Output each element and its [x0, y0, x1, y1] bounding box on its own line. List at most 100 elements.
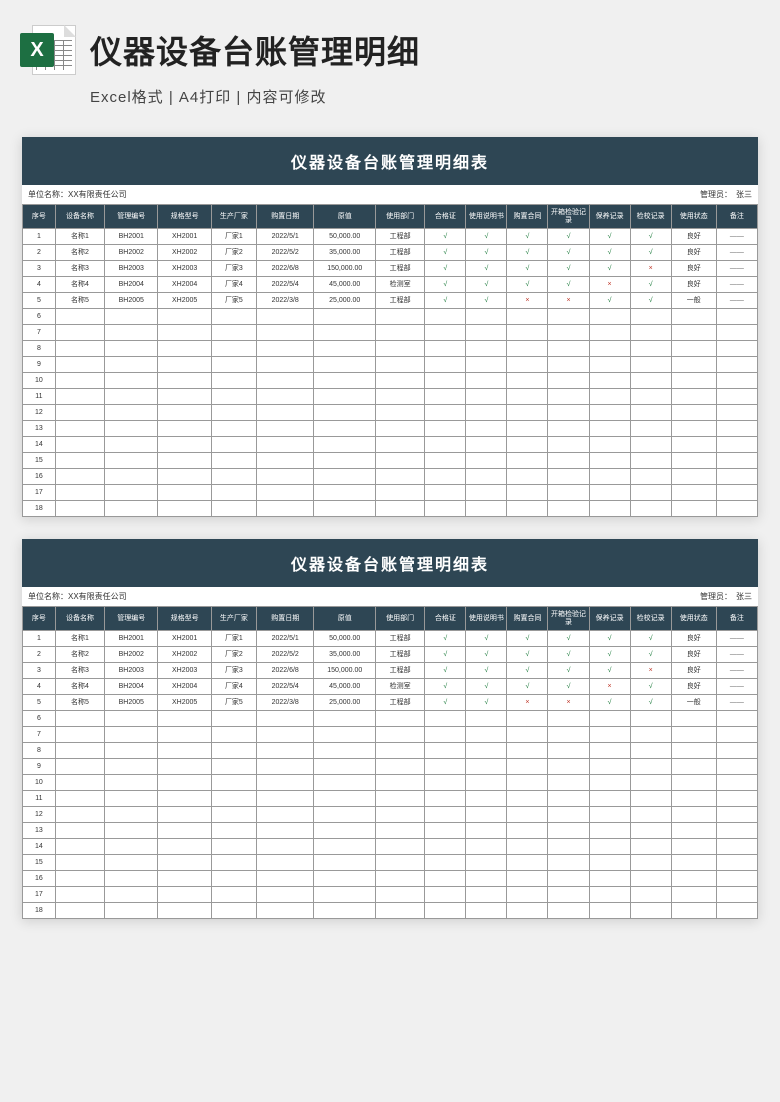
cell-cert: √ [425, 277, 466, 293]
cell-empty [671, 389, 716, 405]
cell-empty [507, 791, 548, 807]
cell-empty [55, 903, 104, 919]
cell-empty [55, 469, 104, 485]
cell-seq: 13 [23, 421, 56, 437]
cell-seq: 10 [23, 775, 56, 791]
cell-date: 2022/3/8 [256, 695, 313, 711]
table-row: 4名称4BH2004XH2004厂家42022/5/445,000.00检测室√… [23, 277, 758, 293]
cell-empty [158, 711, 211, 727]
cell-empty [589, 357, 630, 373]
cell-empty [630, 759, 671, 775]
cell-name: 名称1 [55, 631, 104, 647]
cell-seq: 4 [23, 679, 56, 695]
cell-empty [376, 743, 425, 759]
cell-empty [507, 807, 548, 823]
cell-mfr: 厂家1 [211, 631, 256, 647]
cell-empty [630, 727, 671, 743]
cell-cont: √ [507, 647, 548, 663]
sheet: 仪器设备台账管理明细表单位名称：XX有限责任公司管理员： 张三序号设备名称管理编… [22, 137, 758, 517]
cell-empty [256, 501, 313, 517]
cell-cert: √ [425, 695, 466, 711]
cell-empty [314, 437, 376, 453]
sheet-title: 仪器设备台账管理明细表 [22, 137, 758, 185]
cell-empty [55, 887, 104, 903]
cell-empty [158, 357, 211, 373]
cell-seq: 16 [23, 871, 56, 887]
cell-empty [211, 469, 256, 485]
cell-empty [211, 727, 256, 743]
cell-empty [716, 453, 757, 469]
cell-empty [105, 341, 158, 357]
cell-seq: 11 [23, 791, 56, 807]
cell-man: √ [466, 277, 507, 293]
cell-seq: 1 [23, 229, 56, 245]
table-row: 9 [23, 759, 758, 775]
cell-empty [55, 791, 104, 807]
cell-empty [376, 887, 425, 903]
cell-empty [589, 711, 630, 727]
cell-note: —— [716, 245, 757, 261]
table-row: 2名称2BH2002XH2002厂家22022/5/235,000.00工程部√… [23, 245, 758, 261]
cell-empty [425, 711, 466, 727]
cell-cal: × [630, 261, 671, 277]
cell-empty [314, 389, 376, 405]
cell-empty [466, 325, 507, 341]
cell-dept: 工程部 [376, 245, 425, 261]
table-row: 13 [23, 823, 758, 839]
cell-empty [466, 839, 507, 855]
cell-num: BH2002 [105, 647, 158, 663]
cell-empty [671, 421, 716, 437]
cell-empty [507, 309, 548, 325]
cell-dept: 工程部 [376, 229, 425, 245]
table-row: 14 [23, 839, 758, 855]
cell-empty [548, 775, 589, 791]
cell-val: 50,000.00 [314, 631, 376, 647]
cell-empty [256, 855, 313, 871]
cell-seq: 6 [23, 711, 56, 727]
cell-seq: 8 [23, 341, 56, 357]
cell-empty [158, 807, 211, 823]
cell-insp: √ [548, 229, 589, 245]
cell-empty [256, 807, 313, 823]
cell-empty [548, 453, 589, 469]
cell-cont: √ [507, 245, 548, 261]
cell-empty [589, 341, 630, 357]
cell-cert: √ [425, 647, 466, 663]
cell-empty [589, 325, 630, 341]
cell-empty [466, 405, 507, 421]
cell-empty [507, 437, 548, 453]
excel-icon: X [20, 22, 76, 78]
cell-insp: √ [548, 245, 589, 261]
cell-empty [105, 501, 158, 517]
cell-num: BH2003 [105, 663, 158, 679]
column-header: 购置日期 [256, 607, 313, 631]
cell-empty [716, 727, 757, 743]
cell-empty [105, 421, 158, 437]
cell-num: BH2003 [105, 261, 158, 277]
cell-date: 2022/5/4 [256, 277, 313, 293]
table-row: 17 [23, 887, 758, 903]
cell-empty [158, 823, 211, 839]
cell-empty [630, 469, 671, 485]
cell-empty [314, 485, 376, 501]
cell-empty [425, 855, 466, 871]
cell-empty [589, 373, 630, 389]
table-row: 3名称3BH2003XH2003厂家32022/6/8150,000.00工程部… [23, 663, 758, 679]
cell-empty [55, 711, 104, 727]
cell-empty [716, 791, 757, 807]
cell-empty [211, 775, 256, 791]
cell-empty [716, 373, 757, 389]
cell-empty [630, 341, 671, 357]
cell-empty [671, 759, 716, 775]
cell-empty [314, 405, 376, 421]
cell-empty [158, 839, 211, 855]
ledger-table: 序号设备名称管理编号规格型号生产厂家购置日期原值使用部门合格证使用说明书购置合同… [22, 606, 758, 919]
cell-empty [55, 325, 104, 341]
cell-seq: 17 [23, 485, 56, 501]
cell-stat: 一般 [671, 293, 716, 309]
cell-note: —— [716, 663, 757, 679]
cell-cert: √ [425, 245, 466, 261]
cell-cal: √ [630, 277, 671, 293]
cell-empty [256, 823, 313, 839]
cell-empty [314, 373, 376, 389]
